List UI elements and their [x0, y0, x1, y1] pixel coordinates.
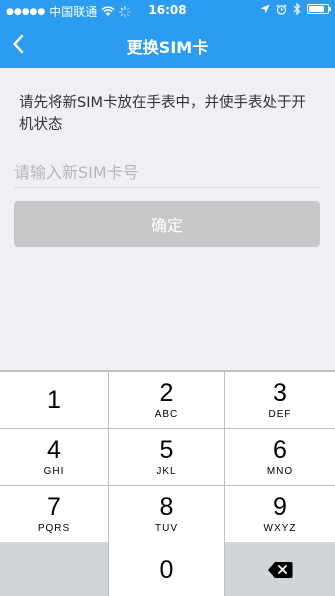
key-digit: 6	[273, 436, 287, 464]
key-letters: DEF	[268, 409, 292, 420]
key-digit: 4	[47, 436, 61, 464]
keypad-key-3[interactable]: 3 DEF	[225, 372, 335, 428]
key-digit: 7	[47, 493, 61, 521]
keypad-key-4[interactable]: 4 GHI	[0, 429, 108, 485]
battery-level-fill	[309, 6, 325, 12]
page-title: 更换SIM卡	[126, 38, 209, 57]
keypad-key-9[interactable]: 9 WXYZ	[225, 486, 335, 542]
backspace-icon	[268, 562, 293, 578]
confirm-button[interactable]: 确定	[14, 201, 320, 247]
key-letters: ABC	[154, 409, 179, 420]
keypad-key-7[interactable]: 7 PQRS	[0, 486, 108, 542]
key-digit: 9	[273, 493, 287, 521]
keypad-key-8[interactable]: 8 TUV	[109, 486, 224, 542]
keypad-key-5[interactable]: 5 JKL	[109, 429, 224, 485]
keypad-key-2[interactable]: 2 ABC	[109, 372, 224, 428]
status-right	[260, 3, 331, 15]
keypad-key-0[interactable]: 0	[109, 542, 224, 596]
battery-icon	[307, 4, 331, 14]
status-bar: ●●●●● 中国联通 16:08	[0, 0, 335, 20]
keypad-key-6[interactable]: 6 MNO	[225, 429, 335, 485]
main-content: 请先将新SIM卡放在手表中，并使手表处于开机状态 确定	[0, 68, 335, 370]
key-digit: 3	[273, 379, 287, 407]
header: ●●●●● 中国联通 16:08 更换SIM卡	[0, 0, 335, 68]
key-digit: 5	[159, 436, 174, 464]
key-letters: TUV	[155, 523, 178, 534]
keypad-blank	[0, 542, 108, 596]
navigation-bar: 更换SIM卡	[0, 22, 335, 66]
key-digit: 1	[47, 386, 61, 414]
key-letters: JKL	[156, 466, 177, 477]
bluetooth-icon	[293, 3, 301, 15]
key-letters: GHI	[43, 466, 65, 477]
key-letters: WXYZ	[263, 523, 297, 534]
key-digit: 8	[159, 493, 174, 521]
instruction-text: 请先将新SIM卡放在手表中，并使手表处于开机状态	[19, 95, 306, 133]
key-letters: MNO	[266, 466, 294, 477]
key-digit: 0	[159, 556, 174, 584]
key-digit: 2	[159, 379, 174, 407]
alarm-icon	[276, 3, 287, 15]
key-letters: PQRS	[37, 523, 71, 534]
sim-number-input[interactable]	[14, 158, 320, 188]
keypad-key-1[interactable]: 1	[0, 372, 108, 428]
delete-key[interactable]	[225, 542, 335, 596]
location-arrow-icon	[260, 4, 270, 14]
numeric-keypad: 1 2 ABC 3 DEF 4 GHI 5 JKL 6 MNO 7 PQRS 8 TUV 9 WXYZ 0	[0, 370, 335, 596]
